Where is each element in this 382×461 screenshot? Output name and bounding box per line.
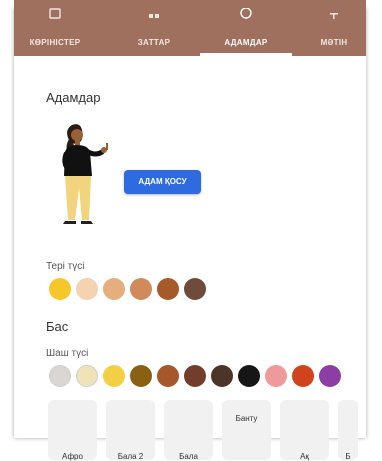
- skin-color-swatch[interactable]: [130, 278, 152, 300]
- tab-label: ЗАТТАР: [137, 38, 171, 47]
- hair-color-label: Шаш түсі: [46, 348, 89, 359]
- hair-color-swatch[interactable]: [292, 365, 314, 387]
- image-icon: [49, 8, 61, 19]
- hair-style-card[interactable]: Афро: [48, 400, 97, 461]
- skin-color-swatch[interactable]: [103, 278, 125, 300]
- skin-color-swatch[interactable]: [76, 278, 98, 300]
- hair-color-swatch[interactable]: [184, 365, 206, 387]
- hair-style-card[interactable]: Ақ: [280, 400, 329, 461]
- tab-text[interactable]: МӘТІН: [304, 0, 364, 56]
- hair-color-swatch[interactable]: [211, 365, 233, 387]
- text-icon: [330, 13, 338, 19]
- add-person-button[interactable]: АДАМ ҚОСУ: [124, 170, 201, 194]
- skin-color-swatch[interactable]: [49, 278, 71, 300]
- shapes-icon: [149, 14, 159, 18]
- tab-objects[interactable]: ЗАТТАР: [114, 0, 194, 56]
- hair-style-card[interactable]: Бала 2: [106, 400, 155, 461]
- tab-people[interactable]: АДАМДАР: [200, 0, 292, 56]
- hair-style-label: Бала: [179, 452, 198, 461]
- hair-color-swatch[interactable]: [103, 365, 125, 387]
- hair-color-swatch[interactable]: [76, 365, 98, 387]
- hair-style-label: Ақ: [300, 452, 309, 461]
- hair-style-label: Банту: [235, 414, 258, 423]
- hair-style-card[interactable]: Банту: [222, 400, 271, 460]
- hair-style-label: Бала 2: [117, 452, 144, 461]
- person-icon: [240, 8, 252, 19]
- section-title: Адамдар: [46, 90, 101, 105]
- hair-style-label: Афро: [62, 452, 83, 461]
- hair-style-card[interactable]: Бала: [164, 400, 213, 461]
- hair-color-swatch[interactable]: [265, 365, 287, 387]
- hair-style-label: Б: [345, 452, 351, 461]
- person-illustration[interactable]: [52, 122, 118, 226]
- skin-color-label: Тері түсі: [46, 261, 85, 272]
- hair-color-swatch[interactable]: [157, 365, 179, 387]
- tab-scenes[interactable]: КӨРІНІСТЕР: [14, 0, 96, 56]
- skin-color-swatch[interactable]: [157, 278, 179, 300]
- hair-color-swatch[interactable]: [130, 365, 152, 387]
- active-tab-indicator: [200, 53, 292, 56]
- hair-style-card[interactable]: Б: [338, 400, 358, 461]
- tab-label: МӘТІН: [320, 38, 348, 47]
- tab-label: КӨРІНІСТЕР: [29, 38, 81, 47]
- tab-label: АДАМДАР: [224, 38, 268, 47]
- tab-bar: КӨРІНІСТЕР ЗАТТАР АДАМДАР МӘТІН: [14, 0, 366, 56]
- head-section-title: Бас: [46, 319, 69, 334]
- hair-color-swatch[interactable]: [49, 365, 71, 387]
- hair-color-swatch[interactable]: [319, 365, 341, 387]
- hair-color-swatch[interactable]: [238, 365, 260, 387]
- skin-color-swatch[interactable]: [184, 278, 206, 300]
